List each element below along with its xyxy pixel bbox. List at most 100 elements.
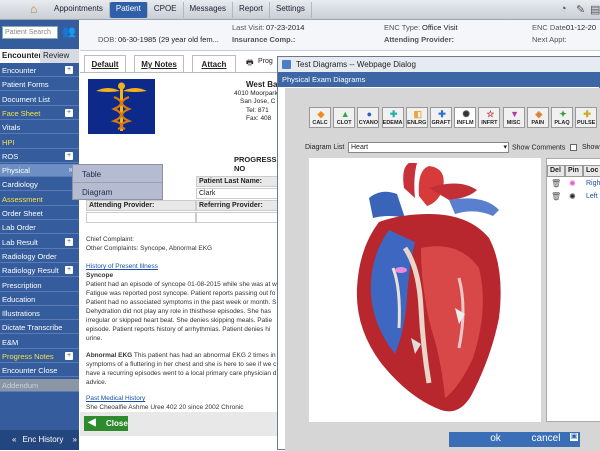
past-medical-history-link[interactable]: Past Medical History — [86, 395, 145, 403]
clot-icon: ▲ — [340, 109, 350, 119]
graft-icon: ✚ — [438, 109, 446, 119]
sidebar-item-e-m[interactable]: E&M — [0, 336, 79, 349]
submenu-table[interactable]: Table — [73, 165, 162, 183]
folder-icon[interactable]: ▤ — [590, 3, 600, 16]
syncope-text-line: episode. Patient reports history of arrh… — [86, 326, 271, 333]
tab-attach[interactable]: Attach — [192, 55, 236, 72]
expand-icon[interactable]: + — [65, 266, 73, 275]
sidebar-item-hpi[interactable]: HPI — [0, 136, 79, 149]
diagram-tool-edema[interactable]: ✚ EDEMA — [381, 107, 404, 128]
tab-encounter[interactable]: Encounter — [0, 49, 42, 63]
diagram-tool-cyano[interactable]: ● CYANO — [357, 107, 380, 128]
expand-icon[interactable]: + — [65, 66, 73, 74]
sidebar-item-label: ROS — [2, 151, 19, 161]
sidebar-item-vitals[interactable]: Vitals — [0, 121, 79, 135]
diagram-tool-label: PAIN — [531, 120, 545, 126]
clinic-address-2: San Jose, C — [240, 98, 276, 105]
patient-search-input[interactable]: Patient Search — [2, 26, 58, 39]
pin-location-link[interactable]: Righ — [586, 180, 600, 187]
expand-icon[interactable]: + — [65, 151, 73, 160]
trash-icon[interactable]: 🗑 — [551, 179, 561, 188]
pin-location-link[interactable]: Left — [586, 193, 598, 200]
expand-icon[interactable]: + — [65, 352, 73, 360]
sidebar-item-face-sheet[interactable]: Face Sheet + — [0, 107, 79, 120]
sidebar-item-prescription[interactable]: Prescription — [0, 279, 79, 292]
menu-settings[interactable]: Settings — [270, 2, 312, 18]
tab-default[interactable]: Default — [84, 55, 126, 72]
diagram-tool-pulse[interactable]: ✚ PULSE — [575, 107, 598, 128]
main-menu: Appointments Patient CPOE Messages Report Set… — [48, 0, 312, 20]
insurance-label: Insurance Comp.: — [232, 35, 296, 44]
sidebar-item-addendum[interactable]: Addendum — [0, 378, 79, 392]
sidebar-item-encounter[interactable]: Encounter + — [0, 64, 79, 77]
diagram-tool-inflm[interactable]: ✺ INFLM — [454, 107, 477, 128]
diagram-tool-label: EDEMA — [382, 120, 403, 126]
expand-icon[interactable]: + — [65, 108, 73, 117]
sidebar-item-radiology-order[interactable]: Radiology Order — [0, 250, 79, 263]
sidebar-item-progress-notes[interactable]: Progress Notes + — [0, 350, 79, 363]
prog-label: Prog — [258, 58, 273, 65]
edit-icon[interactable]: ✎ — [576, 3, 585, 16]
diagram-tool-infrt[interactable]: ☆ INFRT — [478, 107, 501, 128]
sidebar-item-label: Cardiology — [2, 180, 38, 190]
sidebar-item-label: E&M — [2, 337, 19, 347]
clinic-telephone: Tel: 871 — [246, 107, 269, 114]
printer-icon[interactable]: 🖶 — [246, 57, 254, 71]
enc-history-button[interactable]: «Enc History » — [0, 430, 79, 450]
diagram-tool-calc[interactable]: ◆ CALC — [309, 107, 331, 128]
hpi-link[interactable]: History of Present Illness — [86, 263, 158, 271]
sidebar-item-dictate-transcribe[interactable]: Dictate Transcribe — [0, 321, 79, 335]
diagram-tool-pain[interactable]: ◈ PAIN — [526, 107, 549, 128]
table-header-loc: Loc — [583, 165, 600, 177]
menu-messages[interactable]: Messages — [184, 2, 233, 18]
menu-cpoe[interactable]: CPOE — [148, 2, 184, 18]
menu-patient[interactable]: Patient — [109, 2, 148, 18]
dialog-title: Test Diagrams -- Webpage Dialog — [296, 60, 416, 69]
sidebar-item-assessment[interactable]: Assessment — [0, 193, 79, 206]
tab-review[interactable]: Review — [40, 49, 79, 63]
diagram-tool-label: INFLM — [456, 120, 474, 126]
sidebar-item-label: Document List — [2, 94, 50, 104]
sidebar-item-lab-order[interactable]: Lab Order — [0, 221, 79, 235]
sidebar-item-label: Prescription — [2, 280, 42, 290]
menu-appointments[interactable]: Appointments — [48, 2, 110, 18]
test-diagrams-dialog: Test Diagrams -- Webpage Dialog Physical… — [277, 56, 600, 451]
submenu-diagram[interactable]: Diagram — [73, 183, 162, 201]
alert-icon[interactable]: ◔ — [560, 3, 567, 15]
chief-complaint-label: Chief Complaint: — [86, 236, 135, 243]
home-icon[interactable]: ⌂ — [30, 3, 42, 15]
close-button[interactable]: ◀ Close — [84, 416, 128, 431]
show-comments-checkbox[interactable] — [570, 144, 578, 151]
calc-icon: ◆ — [317, 109, 325, 119]
trash-icon[interactable]: 🗑 — [551, 192, 561, 201]
diagram-tool-clot[interactable]: ▲ CLOT — [333, 107, 356, 128]
diagram-tool-graft[interactable]: ✚ GRAFT — [430, 107, 452, 128]
menu-report[interactable]: Report — [233, 2, 270, 18]
left-arrow-icon: ◀ — [88, 417, 96, 428]
diagram-tool-enlrg[interactable]: ◧ ENLRG — [405, 107, 428, 128]
sidebar-item-physical[interactable]: Physical» — [0, 164, 79, 178]
sidebar-item-illustrations[interactable]: Illustrations — [0, 307, 79, 321]
sidebar-item-education[interactable]: Education — [0, 293, 79, 306]
tab-my-notes[interactable]: My Notes — [134, 55, 184, 72]
sidebar-item-radiology-result[interactable]: Radiology Result + — [0, 264, 79, 278]
sidebar-item-cardiology[interactable]: Cardiology — [0, 178, 79, 192]
diagram-tool-plaq[interactable]: ✦ PLAQ — [551, 107, 573, 128]
next-appt-label: Next Appt: — [532, 35, 567, 44]
attending-provider-cell — [86, 212, 196, 223]
heart-diagram[interactable] — [309, 158, 541, 422]
show-comments-option: Show Comments — [512, 144, 578, 151]
sidebar-item-patient-forms[interactable]: Patient Forms — [0, 78, 79, 92]
sidebar-item-label: Dictate Transcribe — [2, 323, 63, 333]
users-icon[interactable]: 👥 — [62, 25, 76, 38]
sidebar-item-document-list[interactable]: Document List — [0, 93, 79, 106]
expand-icon[interactable]: + — [65, 237, 73, 246]
diagram-tool-misc[interactable]: ▼ MISC — [502, 107, 525, 128]
diagram-list-select[interactable]: Heart ▾ — [348, 142, 509, 153]
sidebar-item-ros[interactable]: ROS + — [0, 150, 79, 163]
sidebar-item-lab-result[interactable]: Lab Result + — [0, 236, 79, 249]
sidebar-item-label: Assessment — [2, 194, 43, 204]
pulse-icon: ✚ — [583, 109, 591, 119]
sidebar-item-encounter-close[interactable]: Encounter Close — [0, 364, 79, 378]
sidebar-item-order-sheet[interactable]: Order Sheet — [0, 207, 79, 220]
